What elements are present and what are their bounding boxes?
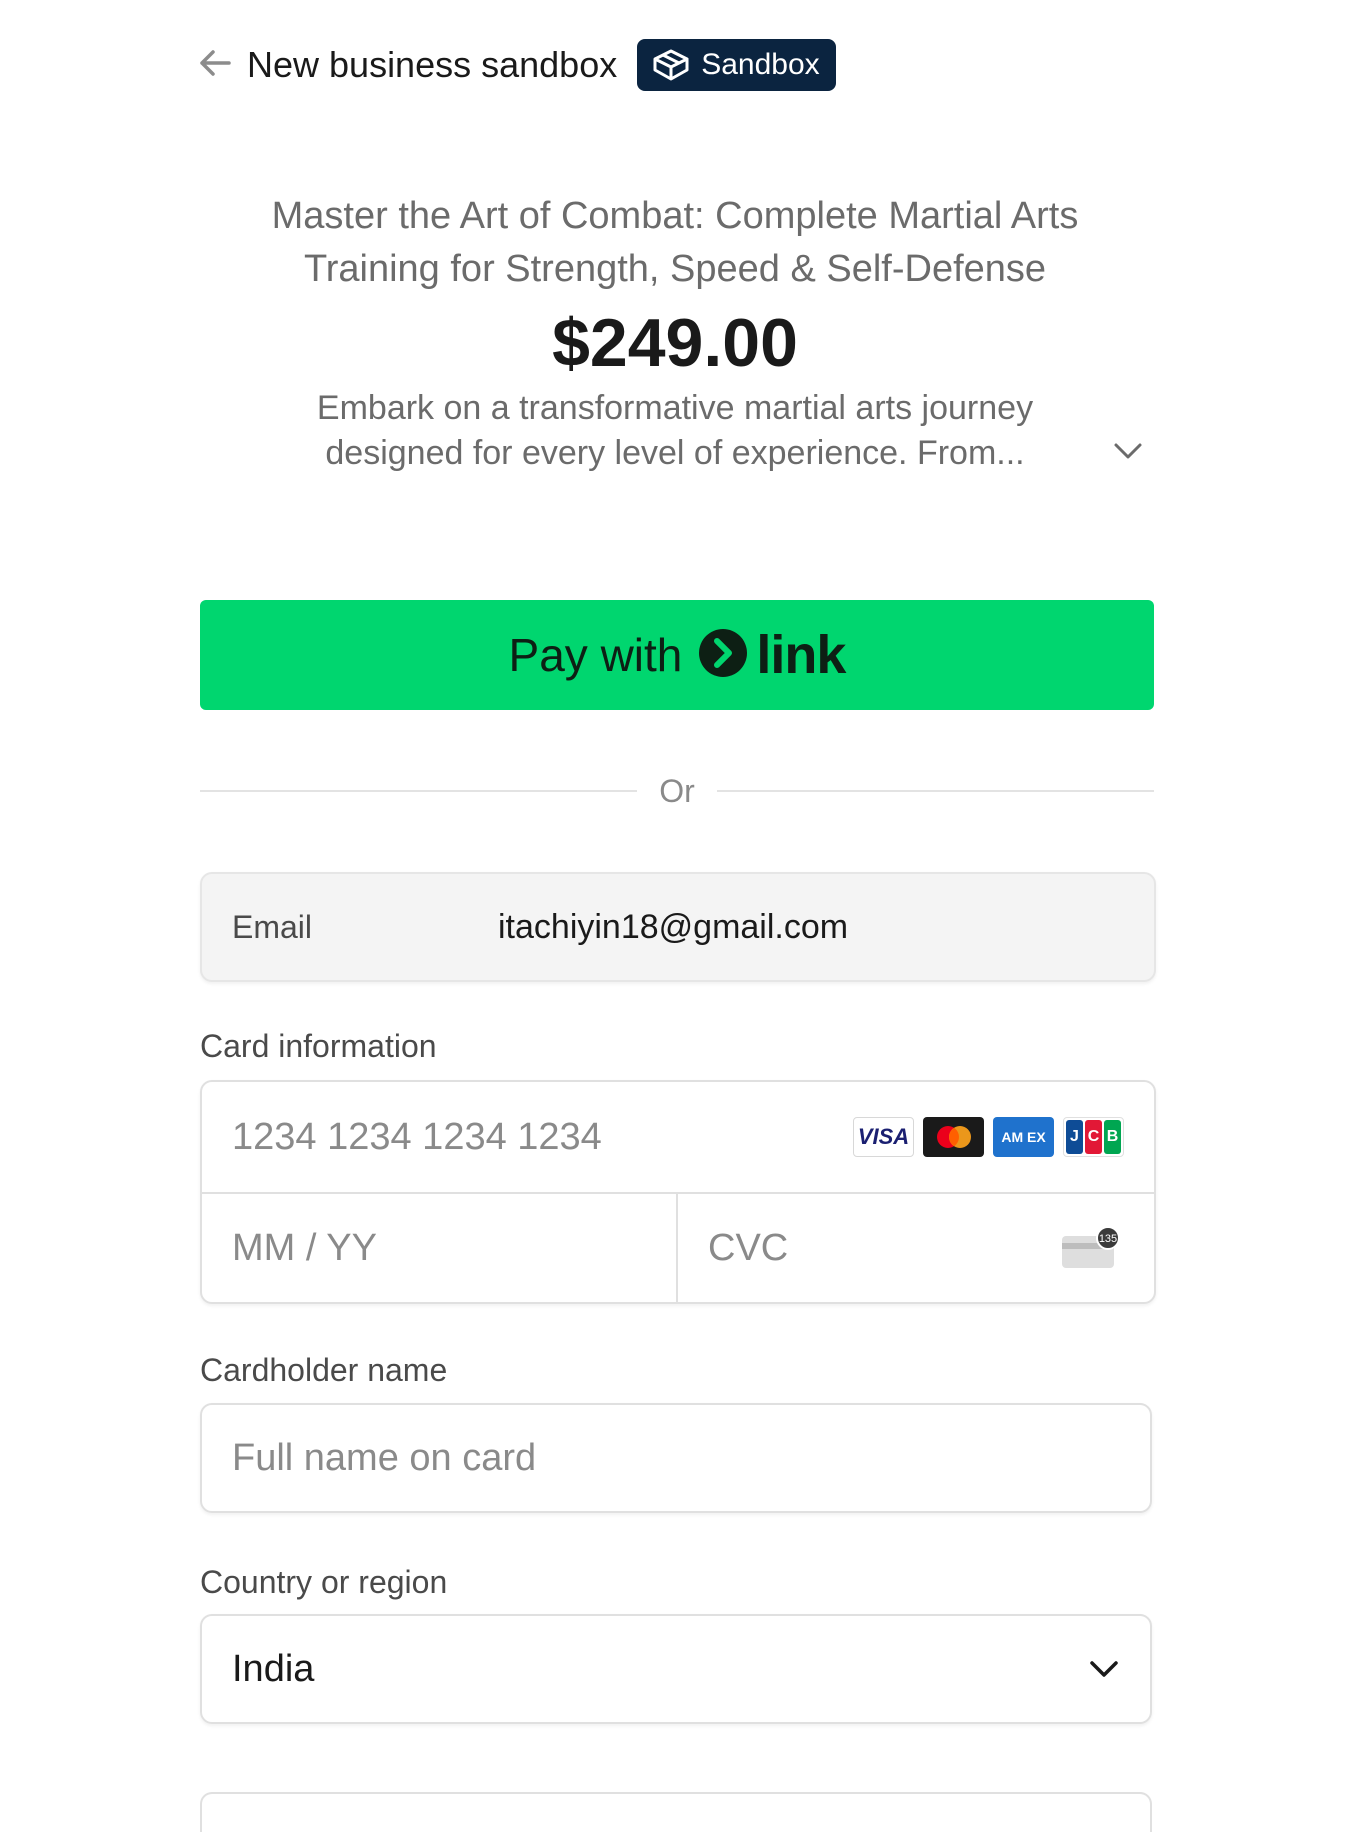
expand-description-button[interactable]: [1108, 438, 1148, 468]
cvc-card-icon: 135: [1060, 1226, 1124, 1270]
expiry-placeholder: MM / YY: [232, 1226, 377, 1269]
arrow-left-icon: [198, 48, 232, 83]
mastercard-icon: [923, 1117, 984, 1157]
chevron-down-icon: [1088, 1658, 1120, 1680]
product-description: Embark on a transformative martial arts …: [316, 389, 1034, 472]
card-expiry-input[interactable]: MM / YY: [202, 1194, 678, 1302]
email-label: Email: [232, 908, 313, 945]
sandbox-badge: Sandbox: [637, 39, 836, 91]
card-number-placeholder: 1234 1234 1234 1234: [232, 1115, 602, 1158]
cube-icon: [651, 48, 691, 82]
jcb-letter: B: [1104, 1120, 1121, 1154]
email-value[interactable]: itachiyin18@gmail.com: [498, 908, 848, 947]
link-logo: link: [698, 624, 846, 686]
cvc-hint-text: 135: [1099, 1233, 1117, 1245]
chevron-down-icon: [1113, 441, 1143, 466]
back-button[interactable]: [195, 45, 235, 85]
pay-with-link-button[interactable]: Pay with link: [200, 600, 1154, 710]
or-label: Or: [659, 772, 695, 809]
cardholder-name-placeholder: Full name on card: [232, 1436, 537, 1479]
card-brand-icons: VISA AM EX J C B: [853, 1117, 1124, 1157]
country-select[interactable]: India: [200, 1614, 1152, 1724]
card-information-group: 1234 1234 1234 1234 VISA AM EX J C B MM …: [200, 1080, 1156, 1304]
or-divider: Or: [200, 770, 1155, 812]
cardholder-name-label: Cardholder name: [200, 1352, 448, 1388]
cvc-placeholder: CVC: [708, 1226, 789, 1269]
email-field[interactable]: Email itachiyin18@gmail.com: [200, 872, 1156, 982]
jcb-letter: J: [1066, 1120, 1083, 1154]
next-field-partial[interactable]: [200, 1792, 1152, 1832]
header: New business sandbox Sandbox: [195, 38, 836, 92]
pay-with-label: Pay with: [508, 629, 683, 681]
jcb-letter: C: [1085, 1120, 1102, 1154]
country-label: Country or region: [200, 1564, 448, 1600]
link-brand-text: link: [756, 625, 846, 685]
product-price: $249.00: [552, 305, 798, 381]
product-summary: Master the Art of Combat: Complete Marti…: [200, 190, 1150, 476]
card-number-input[interactable]: 1234 1234 1234 1234 VISA AM EX J C B: [202, 1082, 1154, 1194]
business-name: New business sandbox: [247, 44, 618, 85]
cardholder-name-input[interactable]: Full name on card: [200, 1403, 1152, 1513]
card-information-label: Card information: [200, 1028, 437, 1064]
divider-line: [200, 790, 638, 792]
product-title: Master the Art of Combat: Complete Marti…: [271, 195, 1079, 290]
divider-line: [716, 790, 1155, 792]
country-value: India: [232, 1647, 315, 1690]
amex-icon: AM EX: [993, 1117, 1054, 1157]
sandbox-badge-label: Sandbox: [701, 48, 820, 81]
visa-icon: VISA: [853, 1117, 914, 1157]
card-cvc-input[interactable]: CVC 135: [678, 1194, 1154, 1302]
link-arrow-icon: [698, 628, 748, 683]
jcb-icon: J C B: [1063, 1117, 1124, 1157]
